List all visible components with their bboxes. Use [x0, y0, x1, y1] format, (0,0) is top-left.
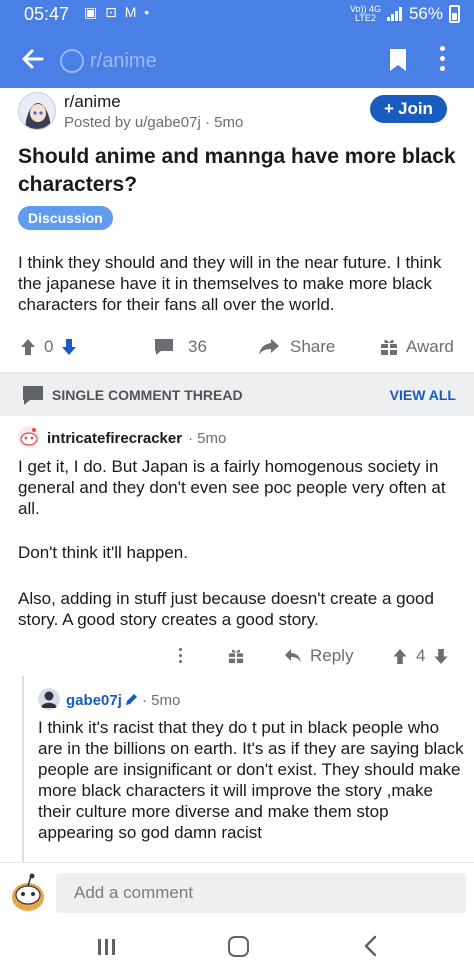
upvote-icon[interactable] — [20, 338, 36, 356]
subreddit-icon — [60, 49, 84, 73]
award-label: Award — [406, 337, 454, 356]
downvote-icon[interactable] — [61, 338, 77, 356]
signal-icon — [386, 7, 403, 21]
comment-actions: Reply 4 — [0, 642, 474, 672]
reply-button[interactable]: Reply — [284, 646, 353, 666]
downvote-icon[interactable] — [433, 648, 449, 665]
status-bar: 05:47 ▣ ⊡ M • Vo)) 4G LTE2 56% — [0, 0, 474, 30]
posted-by[interactable]: Posted by u/gabe07j — [64, 114, 201, 131]
post-meta: Posted by u/gabe07j · 5mo — [64, 114, 244, 131]
comment-author-op[interactable]: gabe07j — [66, 692, 122, 709]
network-indicator: Vo)) 4G LTE2 — [349, 4, 381, 23]
chat-icon — [23, 386, 43, 405]
recent-apps-icon[interactable] — [96, 937, 116, 957]
join-button[interactable]: + Join — [370, 95, 447, 123]
comment-paragraph: I get it, I do. But Japan is a fairly ho… — [18, 457, 446, 518]
bookmark-icon[interactable] — [388, 48, 408, 72]
user-avatar-icon[interactable] — [38, 688, 60, 710]
join-label: Join — [397, 99, 433, 118]
kebab-icon[interactable] — [438, 46, 446, 74]
snoo-avatar-icon[interactable] — [8, 871, 48, 913]
mod-pencil-icon — [126, 694, 137, 705]
post-age: 5mo — [214, 114, 244, 131]
post-body: I think they should and they will in the… — [18, 253, 442, 314]
post-actions: 0 36 Share Award — [0, 333, 474, 365]
subreddit-avatar[interactable] — [18, 92, 56, 130]
subreddit-name[interactable]: r/anime — [64, 92, 121, 112]
battery-icon — [449, 5, 460, 23]
comments-button[interactable]: 36 — [154, 337, 207, 357]
post-score: 0 — [44, 337, 54, 356]
award-icon — [381, 339, 397, 355]
status-right: Vo)) 4G LTE2 56% — [350, 4, 460, 24]
comment-paragraph: Don't think it'll happen. — [18, 543, 188, 562]
vote-group: 0 — [20, 337, 77, 357]
back-arrow-icon[interactable] — [20, 46, 46, 72]
post-title: Should anime and mannga have more black … — [18, 145, 456, 196]
comment-more-icon[interactable] — [178, 648, 183, 668]
comment-author[interactable]: intricatefirecracker — [47, 430, 182, 447]
subreddit-search[interactable]: r/anime — [60, 46, 157, 76]
reply-icon — [285, 649, 301, 663]
battery-percent: 56% — [408, 4, 443, 23]
plus-icon: + — [384, 99, 394, 118]
thread-label: SINGLE COMMENT THREAD — [52, 387, 243, 403]
share-button[interactable]: Share — [258, 337, 335, 357]
comment-score: 4 — [416, 646, 426, 665]
post-flair[interactable]: Discussion — [18, 206, 113, 230]
share-icon — [259, 339, 279, 355]
add-comment-input[interactable] — [56, 873, 466, 913]
comment-paragraph: Also, adding in stuff just because doesn… — [18, 589, 434, 629]
subreddit-search-label: r/anime — [90, 49, 157, 72]
comment-icon — [155, 339, 173, 355]
upvote-icon[interactable] — [392, 648, 408, 665]
comment-count: 36 — [188, 337, 207, 356]
thread-line[interactable] — [22, 676, 24, 866]
award-icon[interactable] — [228, 648, 244, 664]
system-back-icon[interactable] — [362, 935, 378, 957]
comment-body: I think it's racist that they do t put i… — [38, 718, 464, 842]
comment-composer-bar — [0, 862, 474, 922]
app-bar: r/anime — [0, 36, 474, 88]
award-button[interactable]: Award — [380, 337, 454, 357]
share-label: Share — [290, 337, 336, 356]
status-time: 05:47 — [24, 4, 70, 24]
reply-label: Reply — [310, 646, 354, 665]
comment-vote-group: 4 — [392, 646, 449, 666]
snoo-avatar-icon[interactable] — [18, 426, 40, 448]
home-icon[interactable] — [228, 936, 249, 957]
system-nav-bar — [0, 922, 474, 974]
status-notification-icons: ▣ ⊡ M • — [84, 4, 152, 20]
comment-age: · 5mo — [142, 692, 181, 709]
single-comment-thread-bar: SINGLE COMMENT THREAD VIEW ALL — [0, 372, 474, 416]
view-all-link[interactable]: VIEW ALL — [390, 387, 456, 403]
app-header: 05:47 ▣ ⊡ M • Vo)) 4G LTE2 56% r/anime — [0, 0, 474, 88]
comment-age: · 5mo — [188, 430, 227, 447]
